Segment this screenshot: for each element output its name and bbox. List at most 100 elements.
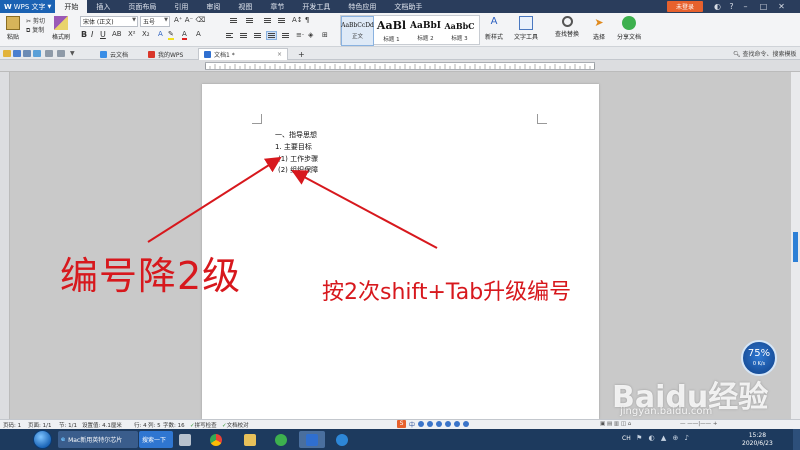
doc-check-toggle[interactable]: ✓文档校对	[222, 421, 249, 429]
style-normal[interactable]: AaBbCcDd 正文	[341, 16, 374, 46]
start-button[interactable]	[33, 430, 52, 449]
find-replace-button[interactable]: 查找替换	[555, 15, 579, 45]
redo-icon[interactable]	[57, 50, 65, 57]
justify-icon[interactable]	[266, 31, 277, 40]
vertical-scrollbar[interactable]	[791, 72, 800, 419]
doc-line-level-2[interactable]: 1. 主要目标	[275, 142, 312, 152]
ime-toolbar[interactable]: S 中	[397, 419, 470, 429]
app-menu-button[interactable]: W WPS 文字 ▼	[0, 0, 56, 13]
line-spacing-icon[interactable]: ≡·	[296, 31, 304, 39]
numbered-list-icon[interactable]	[244, 16, 255, 25]
grow-font-button[interactable]: A⁺ A⁻ ⌫	[174, 16, 205, 24]
taskbar-pin-ie[interactable]	[329, 431, 355, 448]
tab-section[interactable]: 章节	[261, 0, 293, 13]
login-button[interactable]: 未登录	[667, 1, 703, 12]
tab-developer[interactable]: 开发工具	[293, 0, 339, 13]
strikethrough-button[interactable]: AB	[112, 30, 122, 38]
new-style-button[interactable]: A 新样式	[483, 15, 505, 45]
tab-doc-assistant[interactable]: 文档助手	[385, 0, 431, 13]
doc-line-level-3-b[interactable]: (2) 组织保障	[278, 165, 318, 175]
italic-button[interactable]: I	[91, 30, 93, 39]
font-color-icon[interactable]: A	[182, 30, 187, 40]
help-icon[interactable]: ?	[726, 1, 737, 12]
style-heading-3[interactable]: AaBbC 标题 3	[443, 16, 476, 46]
distributed-icon[interactable]	[280, 31, 291, 40]
paste-button[interactable]: 粘贴	[2, 15, 24, 45]
tab-document-1[interactable]: 文档1 * ×	[198, 48, 288, 60]
text-effect-icon[interactable]: A	[158, 30, 163, 38]
tab-page-layout[interactable]: 页面布局	[119, 0, 165, 13]
zoom-slider[interactable]: — ——|—— +	[680, 421, 717, 427]
view-mode-icons[interactable]: ▣ ▤ ▥ ◫ ⌂	[600, 421, 631, 427]
ie-icon: e	[61, 436, 66, 443]
text-tools-button[interactable]: 文字工具	[514, 15, 538, 45]
align-right-icon[interactable]	[252, 31, 263, 40]
horizontal-ruler[interactable]	[0, 60, 800, 72]
chevron-down-icon[interactable]: ▼	[70, 50, 78, 57]
highlight-icon[interactable]: ✎	[168, 30, 174, 40]
taskbar-task-browser[interactable]: e Mac新用英特尔芯片	[58, 431, 138, 448]
tab-view[interactable]: 视图	[229, 0, 261, 13]
tab-cloud-docs[interactable]: 云文档	[95, 48, 133, 60]
tray-language[interactable]: CH	[622, 435, 631, 442]
wps-logo-icon: W	[4, 2, 12, 11]
network-speed-widget[interactable]: 75% 0 K/s	[741, 340, 777, 376]
bullet-list-icon[interactable]	[228, 16, 239, 25]
bold-button[interactable]: B	[81, 30, 87, 39]
clock[interactable]: 15:28 2020/6/23	[742, 432, 773, 448]
taskbar-pin-chrome[interactable]	[203, 431, 229, 448]
style-heading-2[interactable]: AaBbI 标题 2	[409, 16, 442, 46]
border-icon[interactable]: ⊞	[322, 31, 328, 39]
style-heading-1[interactable]: AaBl 标题 1	[375, 16, 408, 46]
decrease-indent-icon[interactable]	[262, 16, 273, 25]
undo-icon[interactable]	[45, 50, 53, 57]
skin-icon[interactable]: ◐	[712, 1, 723, 12]
tab-references[interactable]: 引用	[165, 0, 197, 13]
close-icon[interactable]: ✕	[776, 1, 787, 12]
tab-insert[interactable]: 插入	[87, 0, 119, 13]
align-left-icon[interactable]	[224, 31, 235, 40]
tab-my-wps[interactable]: 我的WPS	[143, 48, 188, 60]
increase-indent-icon[interactable]	[276, 16, 287, 25]
taskbar-pin-360[interactable]	[268, 431, 294, 448]
new-tab-button[interactable]: +	[293, 48, 310, 60]
cut-button[interactable]: ✂ 剪切	[26, 16, 45, 25]
superscript-button[interactable]: X²	[128, 30, 136, 38]
vertical-ruler[interactable]	[0, 72, 10, 419]
font-name-select[interactable]: 宋体 (正文) ▼	[80, 16, 138, 27]
scrollbar-thumb[interactable]	[793, 232, 798, 262]
save-icon[interactable]	[13, 50, 21, 57]
align-center-icon[interactable]	[238, 31, 249, 40]
copy-button[interactable]: ⧉ 复制	[26, 25, 44, 35]
format-painter-button[interactable]: 格式刷	[50, 15, 72, 45]
doc-line-level-3-a[interactable]: (1) 工作步骤	[278, 154, 318, 164]
tab-home[interactable]: 开始	[55, 0, 88, 13]
taskbar-pin-wps[interactable]	[299, 431, 325, 448]
spell-check-toggle[interactable]: ✓拼写检查	[190, 421, 217, 429]
underline-button[interactable]: U	[100, 30, 106, 39]
doc-line-heading[interactable]: 一、指导思想	[275, 130, 317, 140]
shading-icon[interactable]: ◈	[308, 31, 313, 39]
preview-icon[interactable]	[33, 50, 41, 57]
search-button[interactable]: 搜索一下	[139, 431, 173, 448]
taskbar-pin-gadget[interactable]	[172, 431, 198, 448]
tab-review[interactable]: 审阅	[197, 0, 229, 13]
close-icon[interactable]: ×	[277, 51, 282, 58]
tray-icons[interactable]: ⚑ ◐ ▲ ⊕ ♪	[636, 434, 691, 442]
font-size-select[interactable]: 五号 ▼	[140, 16, 170, 27]
maximize-icon[interactable]: □	[758, 1, 769, 12]
open-icon[interactable]	[3, 50, 11, 57]
char-border-icon[interactable]: A	[196, 30, 201, 38]
share-doc-button[interactable]: 分享文档	[616, 15, 642, 45]
document-page[interactable]: 一、指导思想 1. 主要目标 (1) 工作步骤 (2) 组织保障	[202, 84, 599, 419]
chinese-layout-icon[interactable]: A↕ ¶	[292, 16, 309, 24]
select-button[interactable]: ➤ 选择	[588, 15, 610, 45]
print-icon[interactable]	[23, 50, 31, 57]
show-desktop-button[interactable]	[793, 429, 800, 450]
search-command[interactable]: 🔍︎ 查找命令、搜索模板	[733, 49, 797, 58]
copy-label: 复制	[32, 27, 45, 34]
minimize-icon[interactable]: –	[740, 1, 751, 12]
taskbar-pin-folder[interactable]	[237, 431, 263, 448]
subscript-button[interactable]: X₂	[142, 30, 150, 38]
tab-features[interactable]: 特色应用	[339, 0, 385, 13]
